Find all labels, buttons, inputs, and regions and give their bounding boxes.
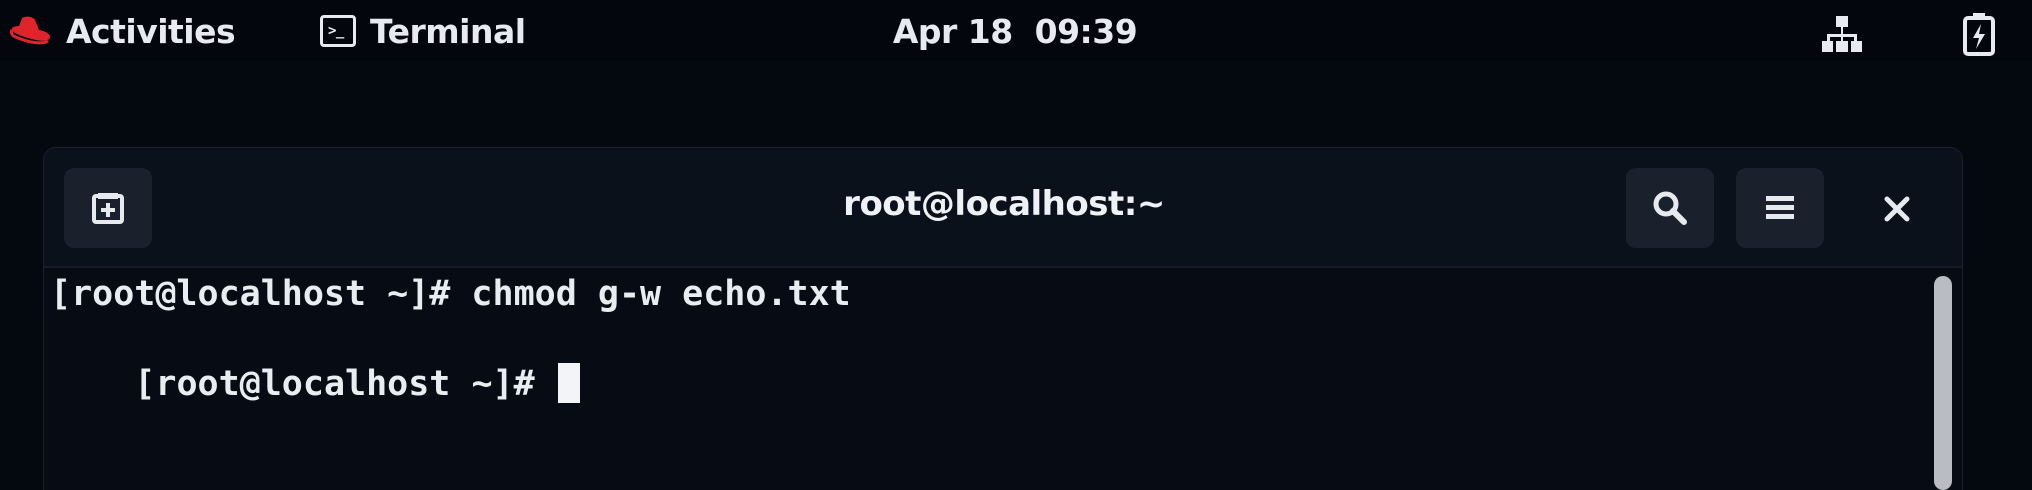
close-button[interactable] xyxy=(1864,176,1930,242)
terminal-icon: >_ xyxy=(320,15,356,47)
battery-icon[interactable] xyxy=(1962,12,1996,56)
search-button[interactable] xyxy=(1626,168,1714,248)
menu-button[interactable] xyxy=(1736,168,1824,248)
search-icon xyxy=(1653,191,1687,225)
activities-button[interactable]: Activities xyxy=(8,8,236,54)
app-menu[interactable]: >_ Terminal xyxy=(320,8,526,54)
activities-label: Activities xyxy=(66,11,236,51)
terminal-prompt: [root@localhost ~]# xyxy=(134,364,556,404)
new-tab-button[interactable] xyxy=(64,168,152,248)
terminal-prompt-line: [root@localhost ~]# xyxy=(50,318,580,404)
terminal-line: [root@localhost ~]# chmod g-w echo.txt xyxy=(50,274,851,314)
clock-label: Apr 18 09:39 xyxy=(892,11,1138,51)
hamburger-menu-icon xyxy=(1766,196,1794,219)
scrollbar[interactable] xyxy=(1934,276,1952,490)
redhat-logo-icon xyxy=(9,16,51,45)
app-menu-label: Terminal xyxy=(370,11,526,51)
window-title: root@localhost:~ xyxy=(843,184,1165,224)
close-icon xyxy=(1884,196,1910,222)
top-bar: Activities >_ Terminal Apr 18 09:39 xyxy=(0,0,2032,62)
header-bar: root@localhost:~ xyxy=(44,148,1962,268)
new-tab-icon xyxy=(92,193,124,224)
clock[interactable]: Apr 18 09:39 xyxy=(885,8,1145,54)
desktop: Activities >_ Terminal Apr 18 09:39 root… xyxy=(0,0,2032,490)
text-cursor xyxy=(557,363,580,403)
wired-network-icon[interactable] xyxy=(1822,14,1862,54)
